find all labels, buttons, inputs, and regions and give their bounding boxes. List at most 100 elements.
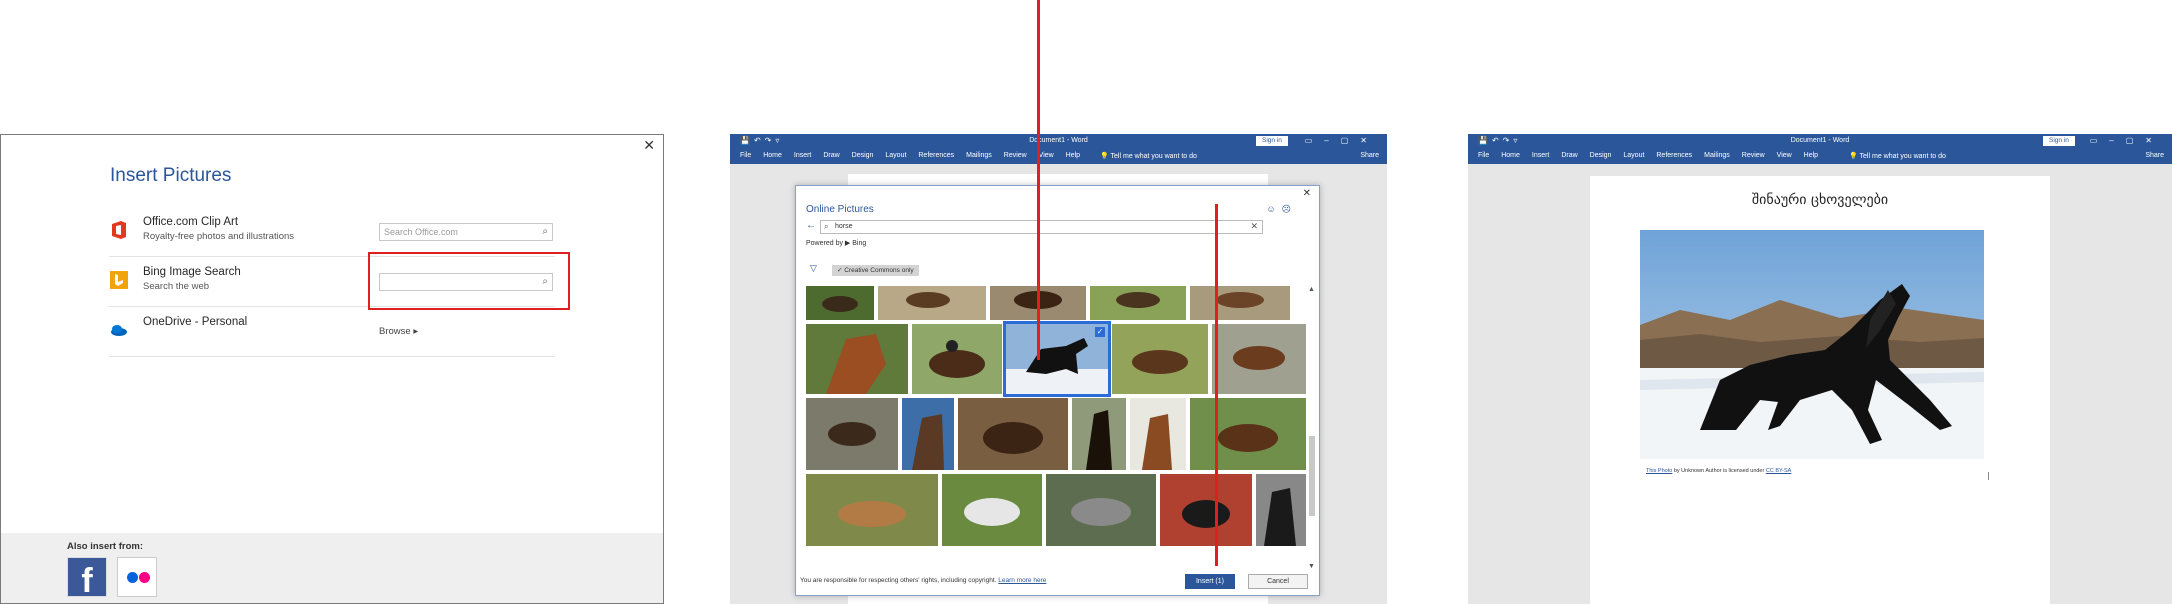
image-result-thumbnail[interactable] xyxy=(1112,324,1208,394)
tab-draw[interactable]: Draw xyxy=(823,152,839,159)
search-icon: ⌕ xyxy=(824,222,829,231)
tell-me-search[interactable]: 💡 Tell me what you want to do xyxy=(1100,152,1197,160)
sign-in-button[interactable]: Sign in xyxy=(1256,136,1288,146)
image-result-thumbnail[interactable] xyxy=(806,324,908,394)
image-result-thumbnail[interactable] xyxy=(1046,474,1156,546)
source-subtitle: Search the web xyxy=(143,281,210,292)
annotation-line-selected-image xyxy=(1037,0,1040,360)
window-controls[interactable]: ▭–▢✕ xyxy=(2090,136,2164,145)
tab-help[interactable]: Help xyxy=(1804,152,1818,159)
tab-layout[interactable]: Layout xyxy=(885,152,906,159)
image-result-thumbnail[interactable] xyxy=(902,398,954,470)
image-result-thumbnail[interactable] xyxy=(806,474,938,546)
title-bar: 💾↶↷▿ Document1 - Word Sign in ▭–▢✕ xyxy=(730,134,1387,149)
selected-image-result[interactable]: ✓ xyxy=(1003,321,1111,397)
image-result-thumbnail[interactable] xyxy=(878,286,986,320)
tab-draw[interactable]: Draw xyxy=(1561,152,1577,159)
results-scrollbar[interactable]: ▲ ▼ xyxy=(1308,286,1317,570)
facebook-icon[interactable]: f xyxy=(67,557,107,600)
image-results-grid: ✓ xyxy=(806,286,1306,568)
browse-link[interactable]: Browse ▸ xyxy=(379,326,418,337)
sign-in-button[interactable]: Sign in xyxy=(2043,136,2075,146)
tab-design[interactable]: Design xyxy=(1590,152,1612,159)
source-name: Office.com Clip Art xyxy=(143,216,239,228)
scroll-up-icon[interactable]: ▲ xyxy=(1308,286,1315,293)
inserted-horse-image[interactable] xyxy=(1640,230,1984,459)
clear-search-icon[interactable]: ✕ xyxy=(1250,221,1258,232)
document-heading: შინაური ცხოველები xyxy=(1751,192,1889,208)
image-result-thumbnail[interactable] xyxy=(912,324,1002,394)
tab-mailings[interactable]: Mailings xyxy=(966,152,992,159)
scroll-down-icon[interactable]: ▼ xyxy=(1308,563,1315,570)
feedback-icons[interactable]: ☺☹ xyxy=(1266,204,1297,215)
powered-by-bing: Powered by ▶ Bing xyxy=(806,240,867,247)
share-button[interactable]: Share xyxy=(2145,152,2164,159)
tab-help[interactable]: Help xyxy=(1066,152,1080,159)
cancel-button[interactable]: Cancel xyxy=(1248,574,1308,589)
image-result-thumbnail[interactable] xyxy=(1090,286,1186,320)
search-icon[interactable]: ⌕ xyxy=(542,226,548,237)
back-arrow-icon[interactable]: ← xyxy=(806,220,816,231)
also-insert-footer: Also insert from: f xyxy=(1,533,663,603)
image-result-thumbnail[interactable] xyxy=(942,474,1042,546)
image-result-thumbnail[interactable] xyxy=(806,286,874,320)
share-button[interactable]: Share xyxy=(1360,152,1379,159)
cc-filter-label: Creative Commons only xyxy=(844,267,914,274)
insert-pictures-dialog: ✕ Insert Pictures Office.com Clip Art Ro… xyxy=(0,134,664,604)
ribbon-tab-list: File Home Insert Draw Design Layout Refe… xyxy=(1478,152,1818,159)
tab-view[interactable]: View xyxy=(1039,152,1054,159)
image-result-thumbnail[interactable] xyxy=(958,398,1068,470)
ribbon-tabs: File Home Insert Draw Design Layout Refe… xyxy=(730,149,1387,164)
photo-link[interactable]: This Photo xyxy=(1646,468,1672,474)
flickr-icon[interactable] xyxy=(117,557,157,597)
tab-insert[interactable]: Insert xyxy=(794,152,812,159)
tab-layout[interactable]: Layout xyxy=(1623,152,1644,159)
bing-icon xyxy=(110,271,128,289)
tab-insert[interactable]: Insert xyxy=(1532,152,1550,159)
tab-file[interactable]: File xyxy=(740,152,751,159)
filter-icon[interactable]: ▽ xyxy=(810,263,817,274)
word-window-online-pictures: 💾↶↷▿ Document1 - Word Sign in ▭–▢✕ File … xyxy=(730,134,1387,604)
checkmark-icon: ✓ xyxy=(1095,327,1105,337)
license-link[interactable]: CC BY-SA xyxy=(1766,468,1791,474)
image-result-thumbnail[interactable] xyxy=(1072,398,1126,470)
flickr-blue-dot xyxy=(127,572,138,583)
image-result-thumbnail[interactable] xyxy=(1256,474,1306,546)
office-search-input[interactable]: Search Office.com ⌕ xyxy=(379,223,553,241)
ribbon-tabs: File Home Insert Draw Design Layout Refe… xyxy=(1468,149,2172,164)
image-attribution: This Photo by Unknown Author is licensed… xyxy=(1646,468,1791,474)
close-icon[interactable]: ✕ xyxy=(643,137,655,154)
source-name: OneDrive - Personal xyxy=(143,316,248,328)
tutorial-stage: ✕ Insert Pictures Office.com Clip Art Ro… xyxy=(0,0,2172,604)
close-icon[interactable]: ✕ xyxy=(1303,188,1311,199)
image-result-thumbnail[interactable] xyxy=(1190,398,1306,470)
title-bar: 💾↶↷▿ Document1 - Word Sign in ▭–▢✕ xyxy=(1468,134,2172,149)
tab-home[interactable]: Home xyxy=(1501,152,1520,159)
image-result-thumbnail[interactable] xyxy=(1160,474,1252,546)
image-result-thumbnail[interactable] xyxy=(1212,324,1306,394)
tab-references[interactable]: References xyxy=(1656,152,1692,159)
tab-mailings[interactable]: Mailings xyxy=(1704,152,1730,159)
learn-more-link[interactable]: Learn more here xyxy=(998,577,1046,584)
document-page[interactable]: შინაური ცხოველები This Photo by Unknown … xyxy=(1590,176,2050,604)
tab-design[interactable]: Design xyxy=(852,152,874,159)
tab-review[interactable]: Review xyxy=(1004,152,1027,159)
image-result-thumbnail[interactable] xyxy=(806,398,898,470)
creative-commons-filter[interactable]: ✓ Creative Commons only xyxy=(832,265,919,276)
scroll-thumb[interactable] xyxy=(1309,436,1315,516)
image-search-input[interactable]: ⌕ horse ✕ xyxy=(820,220,1263,234)
tab-home[interactable]: Home xyxy=(763,152,782,159)
tab-file[interactable]: File xyxy=(1478,152,1489,159)
search-placeholder: Search Office.com xyxy=(384,227,458,237)
tab-view[interactable]: View xyxy=(1777,152,1792,159)
insert-button[interactable]: Insert (1) xyxy=(1185,574,1235,589)
image-result-thumbnail[interactable] xyxy=(1190,286,1290,320)
flickr-pink-dot xyxy=(139,572,150,583)
image-result-thumbnail[interactable] xyxy=(1130,398,1186,470)
source-name: Bing Image Search xyxy=(143,266,241,278)
search-query: horse xyxy=(835,223,853,230)
tab-review[interactable]: Review xyxy=(1742,152,1765,159)
window-controls[interactable]: ▭–▢✕ xyxy=(1305,136,1379,145)
tab-references[interactable]: References xyxy=(918,152,954,159)
tell-me-search[interactable]: 💡 Tell me what you want to do xyxy=(1849,152,1946,160)
